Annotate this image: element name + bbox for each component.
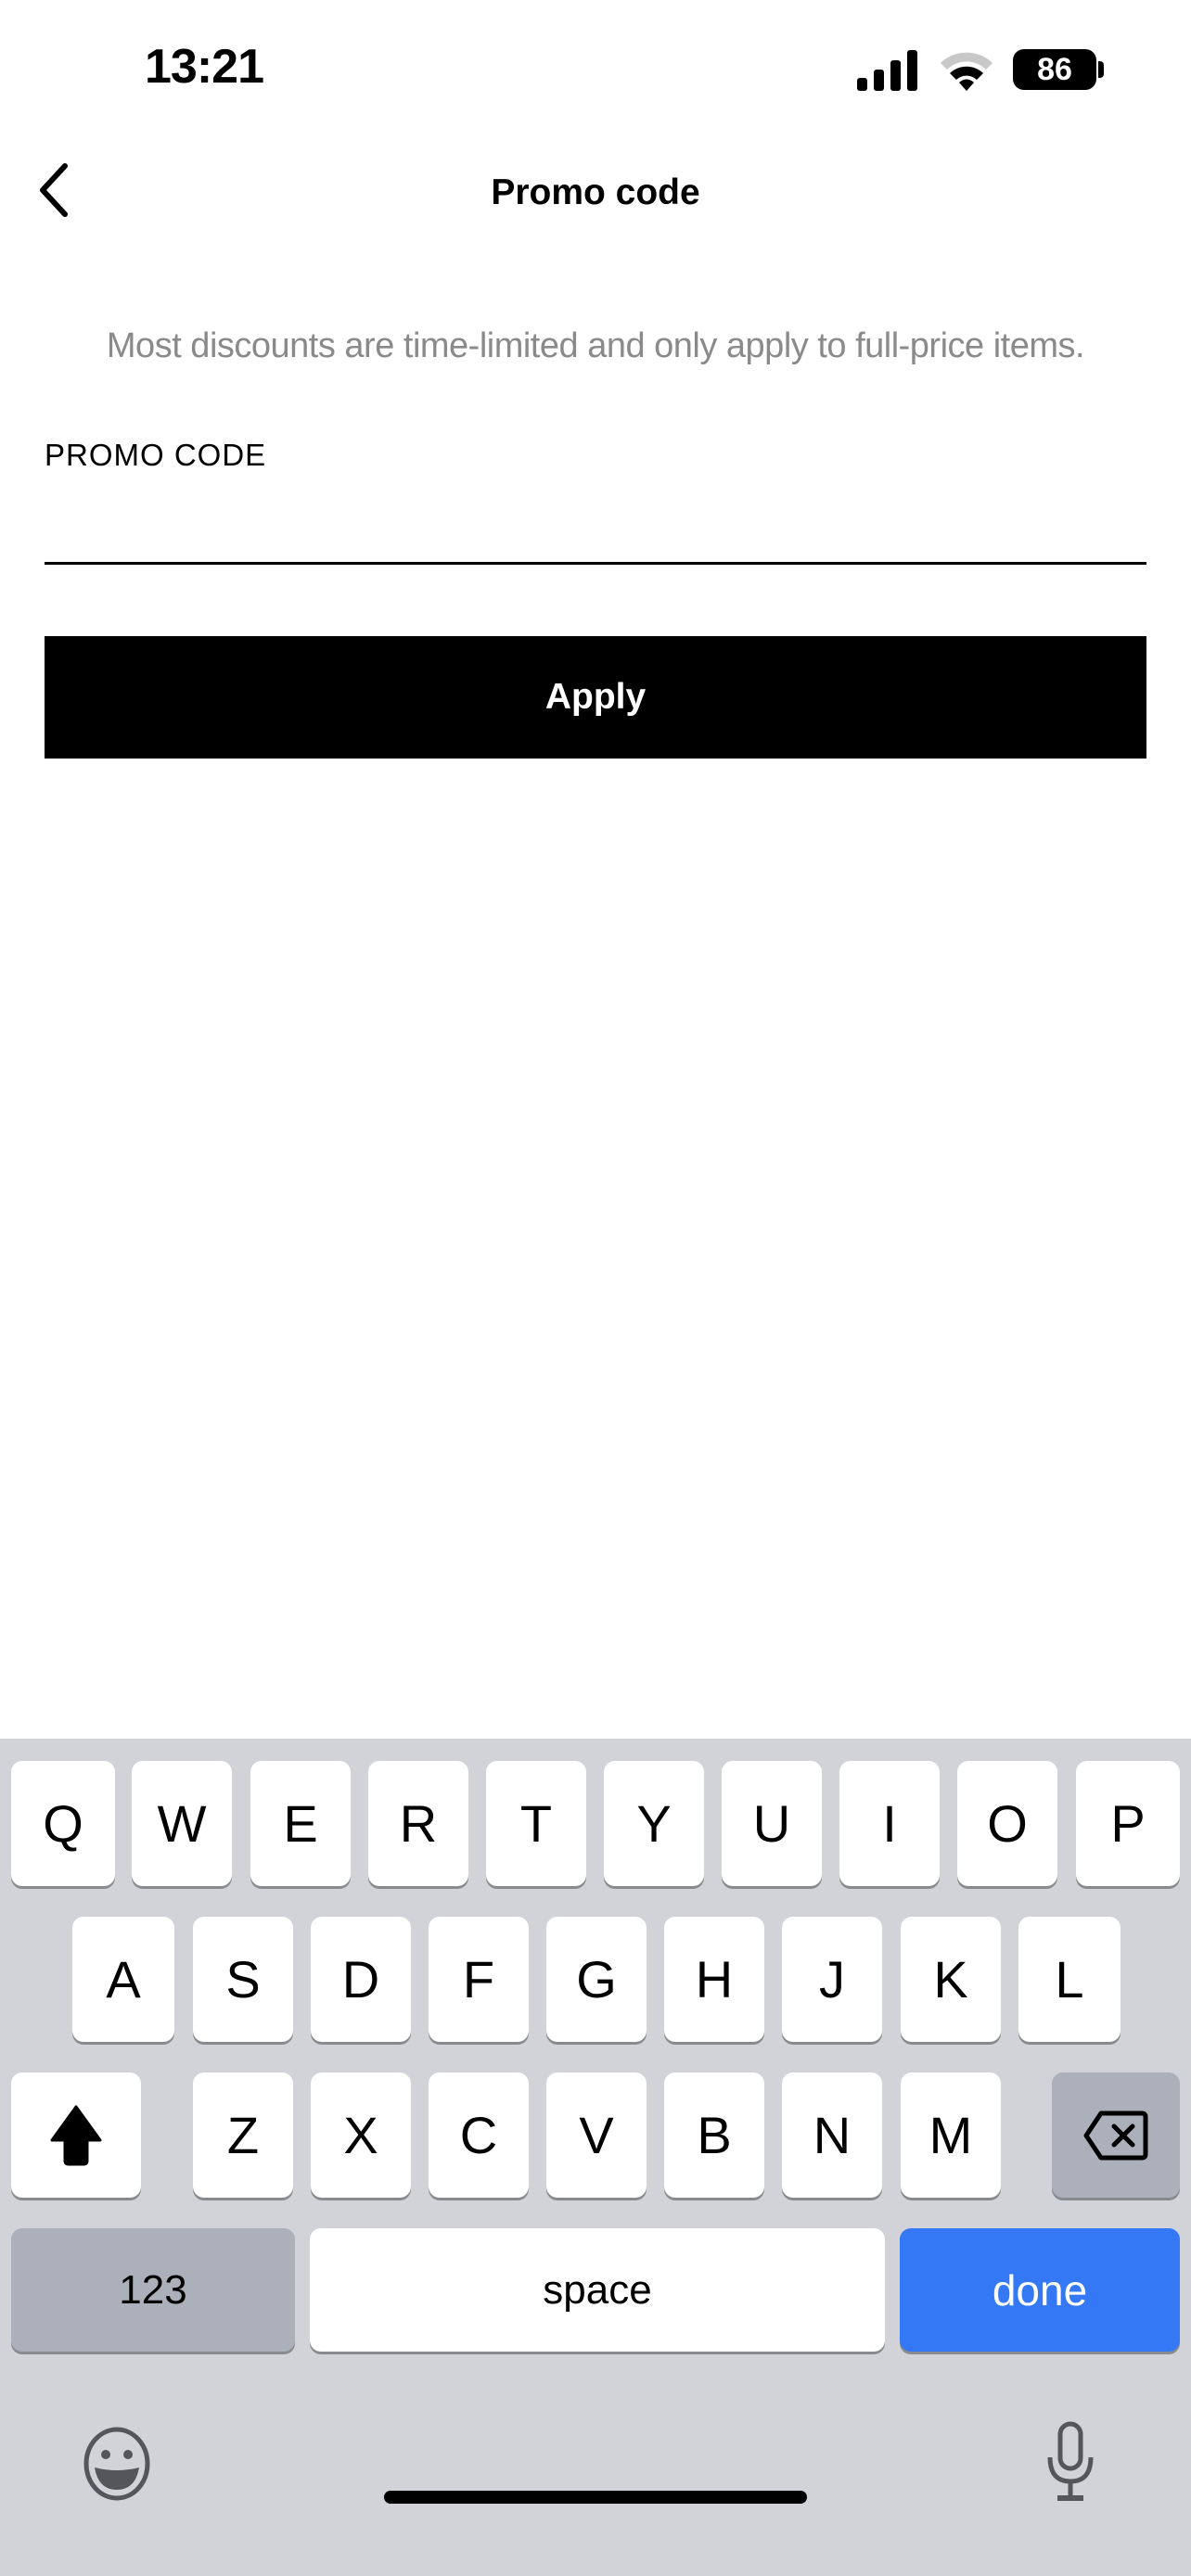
key-z[interactable]: Z (193, 2072, 293, 2198)
keyboard: Q W E R T Y U I O P A S D F G H J K L Z … (0, 1739, 1191, 2576)
key-f[interactable]: F (429, 1917, 529, 2042)
key-q[interactable]: Q (11, 1761, 115, 1886)
key-j[interactable]: J (782, 1917, 882, 2042)
key-o[interactable]: O (957, 1761, 1057, 1886)
key-m[interactable]: M (901, 2072, 1001, 2198)
home-indicator (384, 2491, 807, 2504)
shift-key[interactable] (11, 2072, 141, 2198)
key-r[interactable]: R (368, 1761, 468, 1886)
key-c[interactable]: C (429, 2072, 529, 2198)
helper-text: Most discounts are time-limited and only… (106, 326, 1085, 365)
status-time: 13:21 (145, 40, 264, 94)
key-w[interactable]: W (132, 1761, 232, 1886)
space-key[interactable]: space (310, 2228, 885, 2352)
key-s[interactable]: S (193, 1917, 293, 2042)
key-i[interactable]: I (839, 1761, 940, 1886)
emoji-button[interactable] (78, 2425, 156, 2503)
shift-arrow-icon (50, 2105, 102, 2165)
key-l[interactable]: L (1018, 1917, 1121, 2042)
battery-icon: 86 (1013, 49, 1096, 90)
key-k[interactable]: K (901, 1917, 1001, 2042)
key-y[interactable]: Y (604, 1761, 704, 1886)
backspace-icon (1083, 2111, 1148, 2160)
key-p[interactable]: P (1076, 1761, 1180, 1886)
key-v[interactable]: V (546, 2072, 647, 2198)
key-x[interactable]: X (311, 2072, 411, 2198)
cellular-signal-icon (857, 50, 917, 91)
key-g[interactable]: G (546, 1917, 647, 2042)
key-t[interactable]: T (486, 1761, 586, 1886)
promo-code-label: PROMO CODE (45, 438, 267, 472)
done-key[interactable]: done (900, 2228, 1180, 2352)
key-e[interactable]: E (250, 1761, 351, 1886)
key-d[interactable]: D (311, 1917, 411, 2042)
delete-key[interactable] (1052, 2072, 1180, 2198)
promo-code-input[interactable] (45, 482, 1146, 565)
numbers-key[interactable]: 123 (11, 2228, 295, 2352)
microphone-icon (1047, 2421, 1094, 2501)
key-b[interactable]: B (664, 2072, 764, 2198)
emoji-icon (83, 2427, 150, 2501)
key-h[interactable]: H (664, 1917, 764, 2042)
battery-cap (1098, 61, 1104, 78)
dictation-button[interactable] (1043, 2420, 1098, 2504)
wifi-icon (941, 52, 992, 91)
key-a[interactable]: A (72, 1917, 174, 2042)
key-u[interactable]: U (722, 1761, 822, 1886)
page-title: Promo code (491, 172, 700, 212)
battery-level: 86 (1037, 51, 1072, 87)
apply-button[interactable]: Apply (45, 636, 1146, 759)
key-n[interactable]: N (782, 2072, 882, 2198)
